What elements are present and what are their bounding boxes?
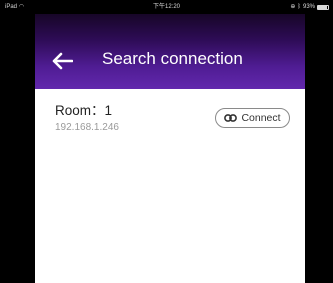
bluetooth-icon: ᛒ	[297, 4, 301, 10]
rotation-lock-icon: ⊕	[290, 4, 296, 10]
status-bar: iPad ◠ 下午12:20 ⊕ ᛒ 93%	[0, 0, 333, 14]
link-icon	[224, 114, 238, 122]
status-right: ⊕ ᛒ 93%	[290, 0, 329, 14]
arrow-left-icon	[52, 52, 73, 70]
battery-percent: 93%	[302, 4, 315, 10]
connection-row: Room：1 192.168.1.246 Connect	[35, 89, 305, 137]
back-button[interactable]	[49, 50, 75, 72]
status-time: 下午12:20	[152, 4, 180, 10]
connect-label: Connect	[241, 112, 281, 124]
app-header: Search connection	[35, 14, 305, 89]
battery-icon	[317, 4, 329, 10]
connect-button[interactable]: Connect	[215, 108, 290, 128]
room-name: Room：1	[55, 103, 113, 118]
room-ip: 192.168.1.246	[55, 122, 119, 133]
app-screen: Search connection Room：1 192.168.1.246 C…	[35, 14, 305, 283]
page-title: Search connection	[102, 49, 243, 68]
